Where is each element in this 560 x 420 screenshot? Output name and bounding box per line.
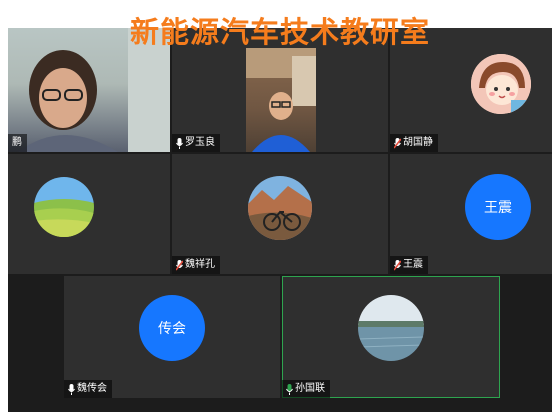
participant-tile-wangzhen[interactable]: 王震 王震 <box>390 154 552 274</box>
participant-name-bar: 魏祥孔 <box>172 256 220 274</box>
participant-name: 孙国联 <box>295 383 325 394</box>
camera-feed <box>246 48 316 152</box>
initials-avatar: 王震 <box>465 174 531 240</box>
participant-name-bar: 罗玉良 <box>172 134 220 152</box>
initials-avatar: 传会 <box>139 295 205 361</box>
participant-name-bar: 王震 <box>390 256 428 274</box>
mountain-bike-avatar <box>248 176 312 240</box>
participant-name: 罗玉良 <box>185 137 215 148</box>
microphone-icon <box>68 383 75 395</box>
landscape-avatar <box>34 177 94 237</box>
participant-tile-landscape[interactable] <box>8 154 170 274</box>
participant-name-bar: 鹏 <box>8 134 27 152</box>
participant-name-bar: 魏传会 <box>64 380 112 398</box>
participant-name: 鹏 <box>12 137 22 148</box>
participant-name: 王震 <box>403 259 423 270</box>
participant-tile-weixiangkong[interactable]: 魏祥孔 <box>172 154 388 274</box>
participant-name-bar: 孙国联 <box>282 380 330 398</box>
participant-tile-sunguolian[interactable]: 孙国联 <box>282 276 500 398</box>
participant-name: 魏祥孔 <box>185 259 215 270</box>
participant-name-bar: 胡国静 <box>390 134 438 152</box>
participant-tile-weichuanhui[interactable]: 传会 魏传会 <box>64 276 280 398</box>
cartoon-avatar <box>471 54 531 114</box>
lake-avatar <box>358 295 424 361</box>
participant-name: 胡国静 <box>403 137 433 148</box>
meeting-title: 新能源汽车技术教研室 <box>129 15 430 49</box>
microphone-muted-icon <box>394 137 401 148</box>
microphone-muted-icon <box>176 259 183 270</box>
microphone-muted-icon <box>394 259 401 270</box>
microphone-icon <box>176 137 183 149</box>
participant-name: 魏传会 <box>77 383 107 394</box>
microphone-speaking-icon <box>286 383 293 395</box>
